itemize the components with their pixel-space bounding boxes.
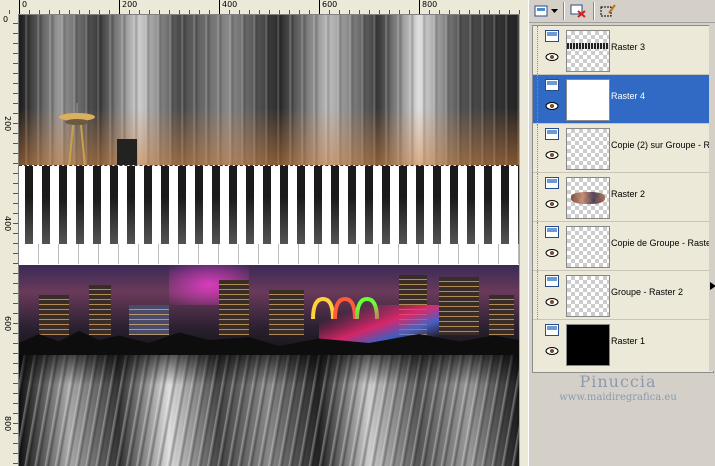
layer-row-copie-2-sur-groupe[interactable]: Copie (2) sur Groupe - R — [533, 124, 711, 173]
raster-layer-icon[interactable] — [545, 324, 559, 336]
layer-row-copie-de-groupe[interactable]: Copie de Groupe - Raste — [533, 222, 711, 271]
layer-name: Raster 2 — [611, 189, 646, 199]
building — [39, 295, 69, 335]
eye-icon[interactable] — [545, 199, 559, 209]
raster-layer-icon[interactable] — [545, 30, 559, 42]
ruler-top-label: 600 — [322, 0, 338, 9]
layer-thumbnail — [566, 324, 610, 366]
building — [269, 290, 304, 335]
ruler-left-label: 0 — [3, 15, 9, 24]
eye-icon[interactable] — [545, 101, 559, 111]
building — [439, 277, 479, 335]
eye-icon[interactable] — [545, 346, 559, 356]
ruler-left-label: 200 — [3, 116, 12, 132]
expand-arrow-icon[interactable] — [710, 282, 715, 290]
layer-row-raster-3[interactable]: Raster 3 — [533, 26, 711, 75]
layer-name: Copie de Groupe - Raste — [611, 238, 711, 248]
eye-icon[interactable] — [545, 248, 559, 258]
document-image[interactable] — [19, 15, 519, 466]
layer-thumbnail — [566, 177, 610, 219]
layer-name: Raster 3 — [611, 42, 646, 52]
ruler-top-label: 0 — [22, 0, 28, 9]
dropdown-arrow-icon[interactable] — [549, 1, 559, 21]
ruler-left: 0 200 400 600 800 — [0, 14, 19, 466]
raster-layer-icon[interactable] — [545, 275, 559, 287]
watermark: Pinuccia www.maidiregrafica.eu — [538, 372, 698, 403]
ruler-left-label: 800 — [3, 416, 12, 432]
layer-thumbnail — [566, 226, 610, 268]
layer-name: Raster 1 — [611, 336, 646, 346]
layer-thumbnail — [566, 30, 610, 72]
layer-thumbnail — [566, 128, 610, 170]
raster-layer-icon[interactable] — [545, 79, 559, 91]
streak-band-bottom — [19, 355, 519, 466]
building — [129, 305, 169, 335]
ruler-top-label: 400 — [222, 0, 238, 9]
layer-thumbnail — [566, 275, 610, 317]
layer-name: Groupe - Raster 2 — [611, 287, 684, 297]
ruler-top: 0 200 400 600 800 — [0, 0, 528, 15]
ruler-top-label: 800 — [422, 0, 438, 9]
building — [219, 280, 249, 335]
space-needle-graphic — [59, 103, 95, 167]
building-silhouette — [117, 139, 137, 167]
ruler-left-label: 600 — [3, 316, 12, 332]
city-night-band — [19, 265, 519, 355]
raster-layer-icon[interactable] — [545, 128, 559, 140]
palette-toolbar — [529, 0, 715, 23]
ruler-top-label: 200 — [122, 0, 138, 9]
building — [489, 295, 514, 335]
raster-layer-icon[interactable] — [545, 226, 559, 238]
ruler-left-label: 400 — [3, 216, 12, 232]
eye-icon[interactable] — [545, 52, 559, 62]
piano-black-keys — [19, 166, 519, 244]
eye-icon[interactable] — [545, 297, 559, 307]
canvas-area[interactable]: 0 200 400 600 800 0 200 400 600 800 — [0, 0, 528, 466]
edit-selection-icon[interactable] — [597, 1, 619, 21]
palette-scrollbar[interactable] — [709, 25, 715, 371]
layer-thumbnail — [566, 79, 610, 121]
layer-row-raster-4[interactable]: Raster 4 — [533, 75, 711, 124]
piano-white-keys — [19, 244, 519, 264]
layer-name: Copie (2) sur Groupe - R — [611, 140, 711, 150]
layer-name: Raster 4 — [611, 91, 646, 101]
piano-keys-band — [19, 165, 519, 267]
raster-layer-icon[interactable] — [545, 177, 559, 189]
layer-row-raster-1[interactable]: Raster 1 — [533, 320, 711, 368]
watermark-url: www.maidiregrafica.eu — [559, 392, 677, 403]
layer-row-raster-2[interactable]: Raster 2 — [533, 173, 711, 222]
canvas-scrollbar[interactable] — [519, 14, 528, 466]
eye-icon[interactable] — [545, 150, 559, 160]
layer-row-groupe-raster-2[interactable]: Groupe - Raster 2 — [533, 271, 711, 320]
delete-layer-icon[interactable] — [567, 1, 589, 21]
layer-list: Raster 3 Raster 4 Copie (2) sur Groupe -… — [532, 25, 714, 373]
watermark-name: Pinuccia — [579, 372, 657, 391]
building — [89, 285, 111, 335]
